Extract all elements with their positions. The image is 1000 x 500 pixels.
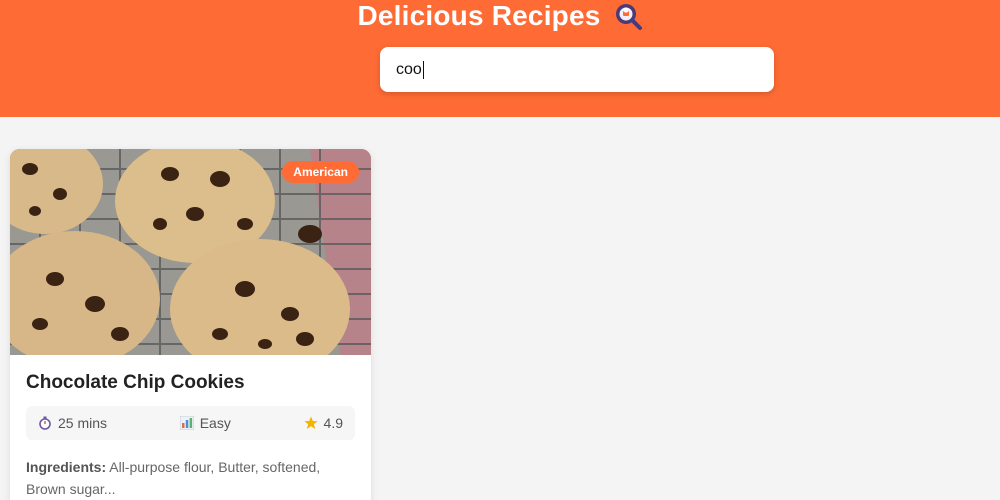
recipe-ingredients: Ingredients: All-purpose flour, Butter, … <box>26 456 355 500</box>
star-icon <box>303 416 318 430</box>
recipe-card-body: Chocolate Chip Cookies 25 mins Easy 4.9 <box>10 355 371 500</box>
ingredients-label: Ingredients: <box>26 459 107 475</box>
search-box[interactable]: coo <box>380 47 774 92</box>
search-input[interactable]: coo <box>396 60 424 79</box>
recipe-time-value: 25 mins <box>58 415 108 431</box>
bar-chart-icon <box>179 415 195 431</box>
stopwatch-icon <box>38 416 52 430</box>
recipe-difficulty-value: Easy <box>199 415 231 431</box>
recipe-time: 25 mins <box>38 415 107 431</box>
recipe-rating: 4.9 <box>303 415 343 431</box>
chef-magnifier-icon <box>613 1 643 31</box>
recipe-image: American <box>10 149 371 355</box>
recipe-card[interactable]: American Chocolate Chip Cookies 25 mins … <box>10 149 371 500</box>
search-input-value: coo <box>396 60 422 78</box>
recipe-rating-value: 4.9 <box>323 415 343 431</box>
header-title-row: Delicious Recipes <box>0 0 1000 32</box>
recipe-difficulty: Easy <box>179 415 231 431</box>
app-header: Delicious Recipes coo <box>0 0 1000 117</box>
text-caret <box>422 60 424 79</box>
app-title: Delicious Recipes <box>357 0 601 31</box>
recipe-meta: 25 mins Easy 4.9 <box>26 406 355 440</box>
cuisine-badge: American <box>282 161 359 183</box>
recipe-title[interactable]: Chocolate Chip Cookies <box>26 371 355 395</box>
